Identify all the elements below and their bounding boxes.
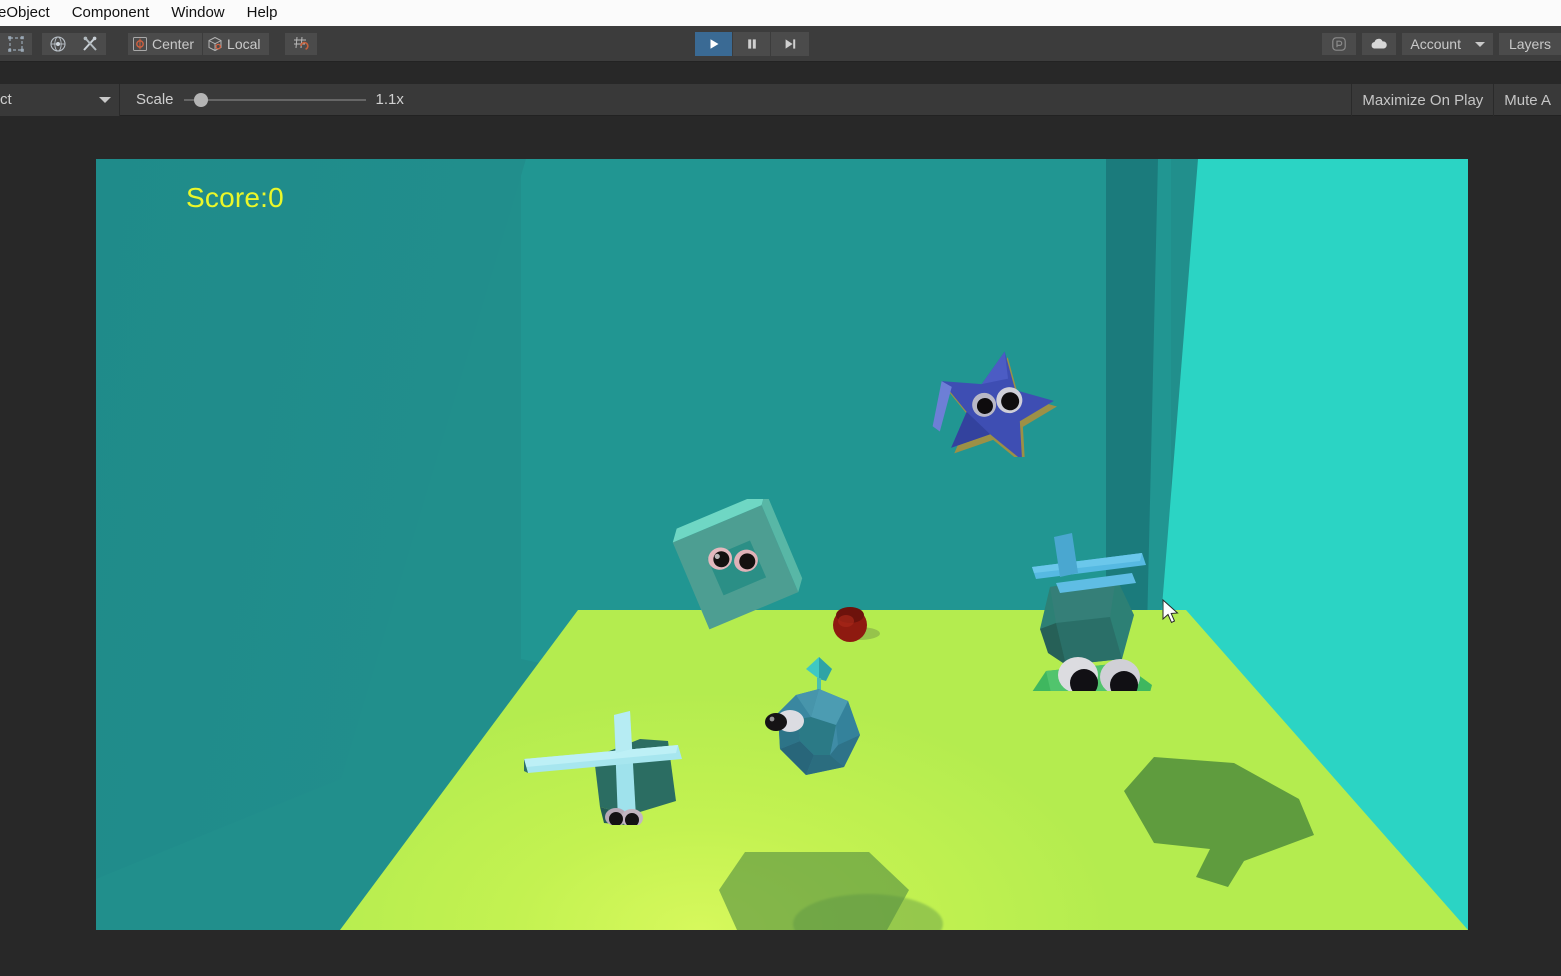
plane-left-shadow <box>719 852 909 930</box>
game-view-toolbar: ct Scale 1.1x Maximize On Play Mute A <box>0 83 1561 116</box>
red-ball <box>833 607 867 642</box>
mute-audio-toggle[interactable]: Mute A <box>1493 84 1561 116</box>
player-sphere <box>765 657 860 775</box>
menu-item-help[interactable]: Help <box>236 0 289 26</box>
grid-snap-button[interactable] <box>284 32 317 55</box>
pivot-controls-group: Center Local <box>128 32 269 55</box>
scale-value: 1.1x <box>375 91 404 108</box>
transform-tool-button[interactable] <box>42 32 74 55</box>
account-dropdown[interactable]: Account <box>1402 33 1493 55</box>
pause-button[interactable] <box>733 32 771 56</box>
pivot-center-icon <box>132 36 148 52</box>
wrench-screwdriver-icon <box>81 35 99 53</box>
play-icon <box>707 37 721 51</box>
transform-tools-group <box>0 32 106 55</box>
menu-item-window[interactable]: Window <box>160 0 235 26</box>
scale-label: Scale <box>136 91 174 108</box>
step-button[interactable] <box>771 32 809 56</box>
scale-slider[interactable] <box>183 92 366 108</box>
plane-left <box>524 711 682 825</box>
slider-track <box>183 98 366 101</box>
custom-editor-tool-button[interactable] <box>74 32 106 55</box>
layers-dropdown[interactable]: Layers <box>1498 33 1561 55</box>
menu-bar: eObject Component Window Help <box>0 0 1561 26</box>
aspect-ratio-label: ct <box>0 91 12 108</box>
aspect-ratio-dropdown[interactable]: ct <box>0 83 120 116</box>
play-controls-group <box>695 32 809 56</box>
pivot-rotation-label: Local <box>227 35 261 52</box>
rect-tool-icon <box>7 35 25 53</box>
collab-button[interactable] <box>1322 33 1357 55</box>
green-rock-enemy <box>1032 533 1152 691</box>
game-view-toolbar-right: Maximize On Play Mute A <box>1351 84 1561 116</box>
maximize-on-play-label: Maximize On Play <box>1362 91 1484 109</box>
pivot-mode-label: Center <box>152 35 195 52</box>
mute-audio-label: Mute A <box>1504 91 1551 109</box>
menu-item-component[interactable]: Component <box>61 0 161 26</box>
step-forward-icon <box>783 37 797 51</box>
game-viewport[interactable]: Score:0 <box>96 159 1468 930</box>
pivot-rotation-button[interactable]: Local <box>203 32 269 55</box>
score-text: Score:0 <box>186 182 284 213</box>
menu-item-gameobject[interactable]: eObject <box>0 0 61 26</box>
game-render-surface: Score:0 <box>96 159 1468 930</box>
star-enemy <box>932 351 1057 457</box>
grid-snap-icon <box>292 35 310 53</box>
cloud-icon <box>1369 37 1389 51</box>
rect-transform-tool-button[interactable] <box>0 32 32 55</box>
layers-label: Layers <box>1508 36 1551 52</box>
account-label: Account <box>1410 36 1461 52</box>
globe-transform-icon <box>49 35 67 53</box>
main-toolbar: Center Local Account Layers <box>0 26 1561 62</box>
chevron-down-icon <box>1474 41 1485 47</box>
maximize-on-play-toggle[interactable]: Maximize On Play <box>1351 84 1493 116</box>
play-button[interactable] <box>695 32 733 56</box>
cloud-services-button[interactable] <box>1362 33 1397 55</box>
pivot-local-icon <box>207 36 223 52</box>
slider-knob[interactable] <box>193 92 208 107</box>
chevron-down-icon <box>99 96 111 103</box>
pivot-mode-button[interactable]: Center <box>128 32 204 55</box>
pause-icon <box>745 37 759 51</box>
toolbar-right-group: Account Layers <box>1322 33 1561 55</box>
square-frame-enemy <box>672 499 803 630</box>
collab-icon <box>1331 36 1347 52</box>
scale-control-group: Scale 1.1x <box>136 91 404 108</box>
